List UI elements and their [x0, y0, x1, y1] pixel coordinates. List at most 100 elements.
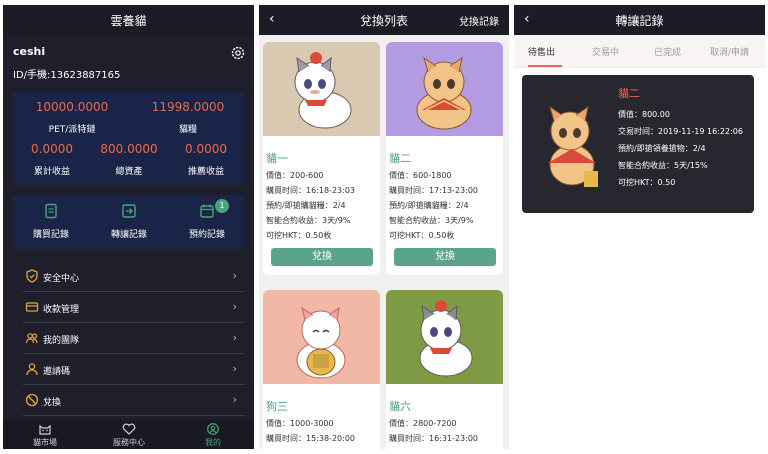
- record-reserve: 預約/即搶領養搶物：2/4: [618, 144, 706, 153]
- record-hkt: 可挖HKT：0.50: [618, 178, 676, 187]
- reservation-record-icon: [200, 204, 214, 218]
- pet-image: [263, 290, 380, 384]
- menu-item-payment-management[interactable]: 收款管理 ›: [23, 292, 245, 323]
- pet-price: 價值：1000-3000: [266, 419, 334, 428]
- pet-price: 價值：2800-7200: [389, 419, 457, 428]
- pet-price: 價值：600-1800: [389, 171, 452, 180]
- exchange-button[interactable]: 兌換: [394, 248, 496, 266]
- purchase-record-label: 購買記錄: [32, 230, 69, 240]
- menu-item-exchange[interactable]: 兌換 ›: [23, 385, 245, 416]
- pet-card: 貓二 價值：600-1800 購買时间：17:13-23:00 預約/即搶購貓糧…: [386, 42, 503, 275]
- bottom-tab-bar: 貓市場 服務中心 我的: [3, 420, 254, 449]
- stat-value: 0.0000: [31, 142, 73, 156]
- lucky-cat-illustration: [296, 306, 346, 379]
- stat-referral-earnings: 0.0000 推薦收益: [171, 142, 241, 177]
- stat-cat-food: 11998.0000 貓糧: [143, 100, 233, 135]
- menu-item-my-team[interactable]: 我的團隊 ›: [23, 323, 245, 354]
- pet-card: 貓一 價值：200-600 購買时间：16:18-23:03 預約/即搶購貓糧：…: [263, 42, 380, 275]
- record-pet-name: 貓二: [618, 87, 640, 100]
- shield-icon: [26, 269, 38, 283]
- stat-value: 11998.0000: [151, 100, 225, 114]
- cat-illustration: [419, 300, 473, 377]
- exchange-list-panel: ‹ 兌換列表 兌換記錄 貓一 價值：200-600 購買时间：16:18-23:…: [259, 5, 509, 449]
- profile-icon: [207, 423, 219, 435]
- pet-buy-time: 購買时间：16:18-23:03: [266, 186, 355, 195]
- tab-cat-market[interactable]: 貓市場: [15, 423, 75, 448]
- pet-image: [386, 42, 503, 136]
- page-title: 轉讓記錄: [615, 14, 664, 28]
- tab-completed[interactable]: 已完成: [654, 45, 681, 58]
- pet-reserve: 預約/即搶購貓糧：2/4: [389, 201, 469, 210]
- menu-item-label: 兌換: [43, 398, 62, 408]
- page-title: 雲養貓: [110, 14, 147, 28]
- chevron-right-icon: ›: [232, 331, 237, 344]
- chevron-right-icon: ›: [232, 269, 237, 282]
- transfer-record-label: 轉讓記錄: [110, 230, 147, 240]
- record-contract-profit: 智能合約收益：5天/15%: [618, 161, 708, 170]
- menu-item-security-center[interactable]: 安全中心 ›: [23, 261, 245, 292]
- transfer-record-card[interactable]: 貓二 價值：800.00 交易时间：2019-11-19 16:22:06 預約…: [522, 75, 754, 213]
- top-bar: ‹ 兌換列表 兌換記錄: [259, 5, 509, 35]
- status-tabs: 待售出 交易中 已完成 取消/申請: [514, 35, 765, 68]
- purchase-record-button[interactable]: 購買記錄: [21, 203, 81, 240]
- pet-name: 貓一: [266, 152, 288, 165]
- transfer-records-panel: ‹ 轉讓記錄 待售出 交易中 已完成 取消/申請 貓二 價值：800.00 交易…: [514, 5, 765, 449]
- gear-icon[interactable]: [230, 45, 246, 61]
- tab-service-center[interactable]: 服務中心: [99, 423, 159, 448]
- stat-label: PET/派特鏈: [48, 125, 96, 135]
- pet-buy-time: 購買时间：17:13-23:00: [389, 186, 478, 195]
- tab-label: 貓市場: [33, 438, 57, 447]
- cat-illustration: [294, 52, 352, 129]
- stat-label: 推薦收益: [187, 167, 224, 177]
- stats-panel: 10000.0000 PET/派特鏈 11998.0000 貓糧 0.0000 …: [13, 92, 244, 185]
- cat-illustration: [416, 56, 472, 130]
- tab-label: 我的: [205, 438, 221, 447]
- user-icon: [26, 363, 38, 376]
- pet-buy-time: 購買时间：16:31-23:00: [389, 434, 478, 443]
- stat-value: 800.0000: [100, 142, 158, 156]
- menu-item-label: 收款管理: [43, 305, 80, 315]
- records-shortcuts: 購買記錄 轉讓記錄 1 預約記錄: [13, 195, 244, 249]
- pet-contract-profit: 智能合約收益：3天/9%: [389, 216, 474, 225]
- exchange-button[interactable]: 兌換: [271, 248, 373, 266]
- tab-cancel-appeal[interactable]: 取消/申請: [710, 45, 749, 58]
- chevron-right-icon: ›: [232, 300, 237, 313]
- pet-reserve: 預約/即搶購貓糧：2/4: [266, 201, 346, 210]
- stat-total-earnings: 0.0000 累計收益: [17, 142, 87, 177]
- top-bar: ‹ 轉讓記錄: [514, 5, 765, 35]
- pet-contract-profit: 智能合約收益：3天/9%: [266, 216, 351, 225]
- active-tab-underline: [528, 65, 562, 67]
- heart-icon: [122, 423, 136, 435]
- pet-hkt: 可挖HKT：0.50枚: [266, 231, 332, 240]
- exchange-records-link[interactable]: 兌換記錄: [459, 13, 499, 28]
- stat-total-assets: 800.0000 總資產: [93, 142, 165, 177]
- pet-name: 狗三: [266, 400, 288, 413]
- stat-value: 10000.0000: [35, 100, 109, 114]
- reservation-record-label: 預約記錄: [188, 230, 225, 240]
- purchase-record-icon: [45, 203, 57, 219]
- username: ceshi: [13, 45, 46, 58]
- chevron-right-icon: ›: [232, 362, 237, 375]
- record-price: 價值：800.00: [618, 110, 670, 119]
- record-trade-time: 交易时间：2019-11-19 16:22:06: [618, 127, 743, 136]
- chevron-right-icon: ›: [232, 393, 237, 406]
- transfer-record-button[interactable]: 轉讓記錄: [99, 203, 159, 240]
- stat-label: 總資產: [115, 167, 143, 177]
- stat-value: 0.0000: [185, 142, 227, 156]
- user-id-phone: ID/手機:13623887165: [13, 70, 121, 81]
- tab-pending-sale[interactable]: 待售出: [528, 45, 555, 58]
- tab-in-trade[interactable]: 交易中: [592, 45, 619, 58]
- cat-icon: [39, 424, 51, 435]
- card-icon: [25, 302, 39, 312]
- pet-price: 價值：200-600: [266, 171, 324, 180]
- pet-name: 貓六: [389, 400, 411, 413]
- pet-image: [263, 42, 380, 136]
- pet-buy-time: 購買时间：15:38-20:00: [266, 434, 355, 443]
- cat-illustration: [548, 105, 598, 187]
- menu-item-label: 我的團隊: [43, 336, 80, 346]
- reservation-record-button[interactable]: 1 預約記錄: [177, 199, 237, 240]
- tab-mine[interactable]: 我的: [183, 423, 243, 448]
- menu-item-invite-code[interactable]: 邀請碼 ›: [23, 354, 245, 385]
- pet-card: 貓六 價值：2800-7200 購買时间：16:31-23:00: [386, 290, 503, 449]
- tab-label: 服務中心: [113, 438, 145, 447]
